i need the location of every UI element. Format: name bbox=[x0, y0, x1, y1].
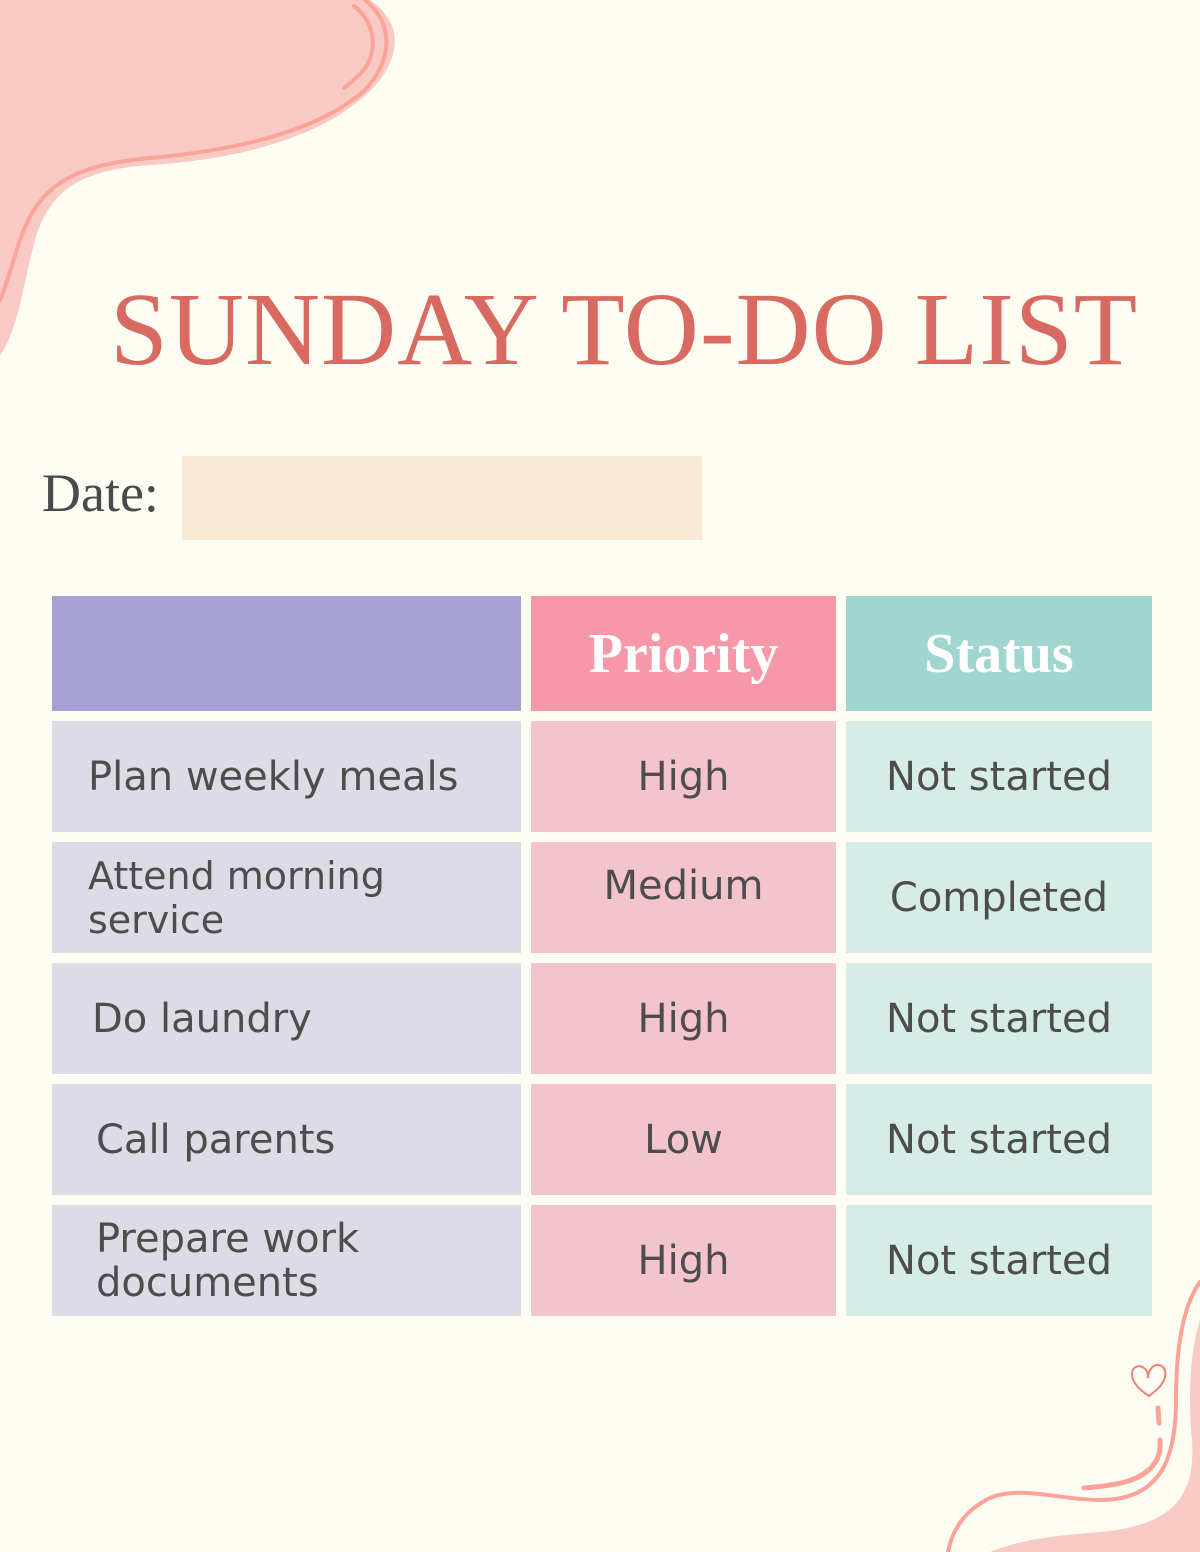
priority-cell[interactable]: Medium bbox=[531, 842, 836, 953]
date-field[interactable] bbox=[182, 456, 702, 540]
date-label: Date: bbox=[42, 463, 159, 523]
priority-column-header: Priority bbox=[531, 596, 836, 711]
status-cell[interactable]: Not started bbox=[846, 721, 1152, 832]
status-column-header: Status bbox=[846, 596, 1152, 711]
priority-cell[interactable]: High bbox=[531, 1205, 836, 1316]
status-cell[interactable]: Not started bbox=[846, 963, 1152, 1074]
task-cell[interactable]: Prepare work documents bbox=[52, 1205, 521, 1316]
status-cell[interactable]: Not started bbox=[846, 1084, 1152, 1195]
task-cell[interactable]: Do laundry bbox=[52, 963, 521, 1074]
status-cell[interactable]: Not started bbox=[846, 1205, 1152, 1316]
task-column-header bbox=[52, 596, 521, 711]
task-cell[interactable]: Call parents bbox=[52, 1084, 521, 1195]
priority-cell[interactable]: High bbox=[531, 721, 836, 832]
status-cell[interactable]: Completed bbox=[846, 842, 1152, 953]
priority-cell[interactable]: High bbox=[531, 963, 836, 1074]
priority-cell[interactable]: Low bbox=[531, 1084, 836, 1195]
task-cell[interactable]: Plan weekly meals bbox=[52, 721, 521, 832]
heart-icon bbox=[1130, 1363, 1167, 1398]
task-cell[interactable]: Attend morning service bbox=[52, 842, 521, 953]
page-title: SUNDAY TO-DO LIST bbox=[110, 272, 1139, 387]
